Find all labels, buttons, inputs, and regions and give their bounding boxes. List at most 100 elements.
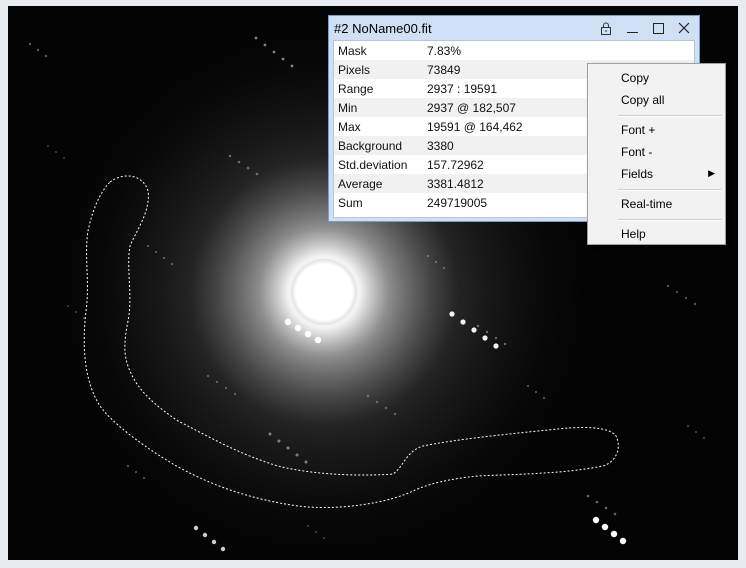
menu-item-help[interactable]: Help [589, 223, 724, 245]
star [255, 172, 259, 176]
star [83, 317, 85, 319]
star [47, 145, 49, 147]
star [460, 319, 466, 325]
star [28, 42, 32, 46]
star [375, 400, 379, 404]
window-titlebar[interactable]: #2 NoName00.fit [329, 16, 699, 40]
star [703, 437, 705, 439]
star [272, 50, 276, 54]
star [36, 48, 40, 52]
star [146, 244, 150, 248]
star [304, 460, 308, 464]
star [170, 262, 174, 266]
star [503, 342, 507, 346]
stat-key: Background [338, 138, 403, 153]
star [193, 525, 199, 531]
star [393, 412, 397, 416]
star [75, 311, 77, 313]
star [476, 324, 480, 328]
lock-icon[interactable] [593, 16, 619, 40]
star [315, 531, 317, 533]
star [526, 384, 530, 388]
minimize-icon[interactable] [619, 16, 645, 40]
star [534, 390, 538, 394]
star [263, 43, 267, 47]
menu-item-fields-label: Fields [621, 167, 654, 181]
star [619, 537, 627, 545]
close-icon[interactable] [671, 16, 697, 40]
star [485, 330, 489, 334]
star [595, 500, 599, 504]
star [294, 324, 302, 332]
menu-separator [618, 219, 722, 221]
maximize-icon[interactable] [645, 16, 671, 40]
star [63, 157, 65, 159]
star [314, 336, 322, 344]
menu-separator [618, 189, 722, 191]
star [601, 523, 609, 531]
star [237, 160, 241, 164]
star [206, 374, 210, 378]
star [604, 506, 608, 510]
context-menu: Copy Copy all Font + Font - Fields ▶ Rea… [587, 63, 726, 245]
star [290, 64, 294, 68]
star [494, 336, 498, 340]
menu-item-copy-all[interactable]: Copy all [589, 89, 724, 111]
star [233, 392, 237, 396]
menu-item-copy[interactable]: Copy [589, 67, 724, 89]
star [449, 311, 455, 317]
stat-row-mask: Mask 7.83% [334, 41, 694, 60]
star [471, 327, 477, 333]
star [215, 380, 219, 384]
star [366, 394, 370, 398]
stat-key: Min [338, 100, 358, 115]
star [202, 532, 208, 538]
star [254, 36, 258, 40]
stat-key: Average [338, 176, 383, 191]
star [610, 530, 618, 538]
star [55, 151, 57, 153]
star [307, 525, 309, 527]
star [228, 154, 232, 158]
star [295, 453, 299, 457]
star [67, 305, 69, 307]
star [211, 539, 217, 545]
star [126, 464, 130, 468]
star [142, 476, 146, 480]
star [586, 494, 590, 498]
submenu-arrow-icon: ▶ [708, 168, 715, 178]
menu-item-fields[interactable]: Fields ▶ [589, 163, 724, 185]
star [268, 432, 272, 436]
star [684, 296, 688, 300]
menu-item-realtime[interactable]: Real-time [589, 193, 724, 215]
stat-key: Pixels [338, 62, 371, 77]
window-title: #2 NoName00.fit [334, 20, 432, 36]
star [323, 537, 325, 539]
star [44, 54, 48, 58]
stat-key: Std.deviation [338, 157, 408, 172]
star [675, 290, 679, 294]
star [277, 439, 281, 443]
star [687, 425, 689, 427]
stat-key: Mask [338, 43, 367, 58]
star [304, 330, 312, 338]
star [281, 57, 285, 61]
stat-key: Range [338, 81, 374, 96]
star [286, 446, 290, 450]
star [493, 343, 499, 349]
star [384, 406, 388, 410]
menu-item-font-minus[interactable]: Font - [589, 141, 724, 163]
star [220, 546, 226, 552]
star [542, 396, 546, 400]
star [426, 254, 430, 258]
star [224, 386, 228, 390]
stat-key: Max [338, 119, 361, 134]
star [482, 335, 488, 341]
star [592, 516, 600, 524]
star [442, 266, 446, 270]
galaxy-core [291, 259, 357, 325]
star [613, 512, 617, 516]
star [134, 470, 138, 474]
star [693, 302, 697, 306]
menu-item-font-plus[interactable]: Font + [589, 119, 724, 141]
